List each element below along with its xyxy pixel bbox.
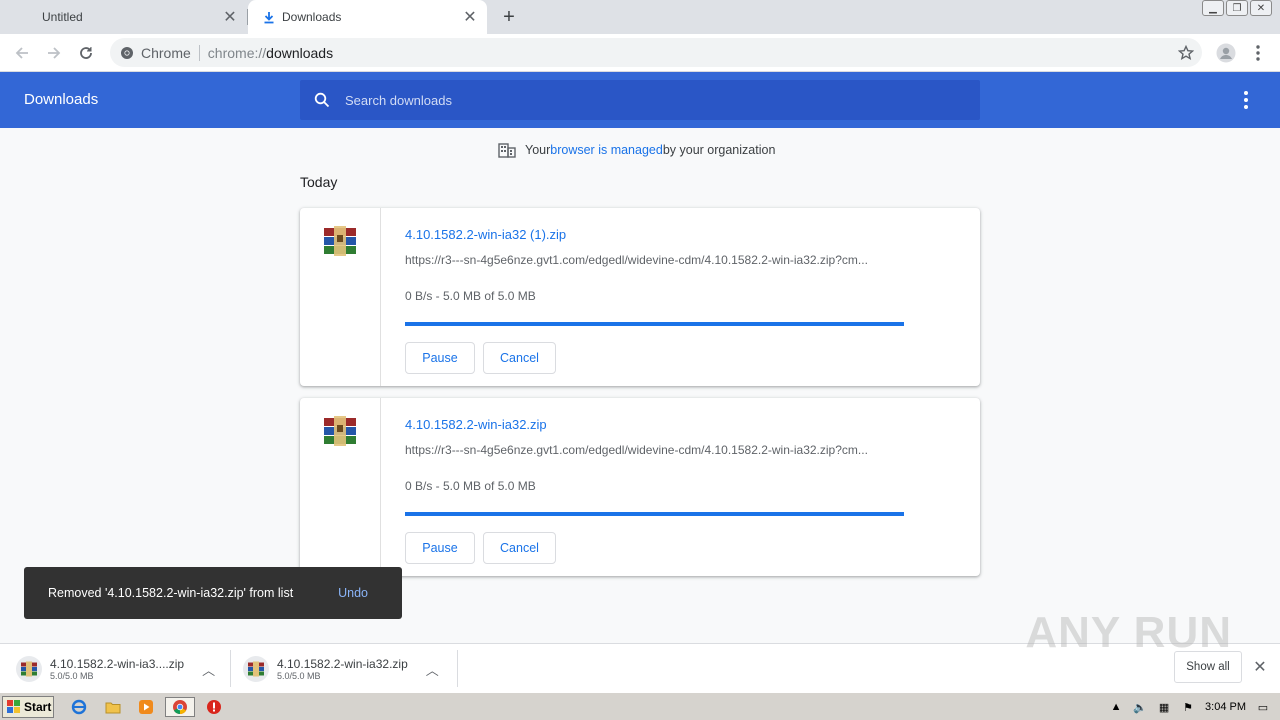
download-filename-link[interactable]: 4.10.1582.2-win-ia32 (1).zip	[405, 227, 566, 242]
toast-message: Removed '4.10.1582.2-win-ia32.zip' from …	[48, 586, 294, 600]
shelf-divider	[457, 650, 458, 687]
shelf-item[interactable]: 4.10.1582.2-win-ia32.zip 5.0/5.0 MB ︿	[243, 651, 439, 687]
shelf-item-name: 4.10.1582.2-win-ia32.zip	[277, 657, 408, 671]
file-icon-column	[300, 398, 381, 576]
download-progress-bar	[405, 322, 904, 326]
media-player-icon[interactable]	[135, 697, 157, 717]
winrar-archive-icon	[16, 656, 42, 682]
download-shelf: ANY RUN 4.10.1582.2-win-ia3....zip 5.0/5…	[0, 608, 1280, 692]
cancel-button[interactable]: Cancel	[483, 342, 556, 374]
removed-toast: Removed '4.10.1582.2-win-ia32.zip' from …	[24, 567, 402, 619]
download-progress-bar	[405, 512, 904, 516]
download-item: 4.10.1582.2-win-ia32 (1).zip https://r3-…	[300, 208, 980, 386]
start-label: Start	[24, 700, 52, 714]
download-source-url[interactable]: https://r3---sn-4g5e6nze.gvt1.com/edgedl…	[405, 443, 905, 457]
browser-toolbar: Chrome chrome:// downloads	[0, 34, 1280, 72]
section-date-label: Today	[300, 174, 338, 190]
progress-fill	[405, 322, 904, 326]
download-icon	[262, 10, 276, 24]
building-icon	[498, 143, 516, 158]
network-icon[interactable]: ▦	[1157, 700, 1171, 714]
pause-button[interactable]: Pause	[405, 532, 475, 564]
chevron-up-icon[interactable]: ︿	[426, 660, 439, 679]
pause-button[interactable]: Pause	[405, 342, 475, 374]
winrar-archive-icon	[324, 226, 356, 256]
stop-icon[interactable]	[203, 697, 225, 717]
download-status: 0 B/s - 5.0 MB of 5.0 MB	[405, 289, 536, 303]
page-title: Downloads	[24, 91, 99, 108]
reload-icon[interactable]	[72, 39, 100, 67]
system-tray: ▲ 🔈 ▦ ⚑ 3:04 PM ▭	[1109, 695, 1280, 719]
start-button[interactable]: Start	[2, 696, 54, 718]
shelf-item-name: 4.10.1582.2-win-ia3....zip	[50, 657, 185, 671]
progress-fill	[405, 512, 904, 516]
managed-suffix: by your organization	[662, 143, 776, 157]
volume-icon[interactable]: 🔈	[1133, 700, 1147, 714]
search-icon	[313, 91, 331, 109]
tab-title: Downloads	[282, 10, 342, 24]
clock[interactable]: 3:04 PM	[1205, 701, 1246, 713]
managed-link[interactable]: browser is managed	[550, 143, 663, 157]
winrar-archive-icon	[243, 656, 269, 682]
show-all-button[interactable]: Show all	[1174, 651, 1242, 683]
chrome-icon[interactable]	[165, 697, 195, 717]
file-icon-column	[300, 208, 381, 386]
url-path: downloads	[266, 44, 334, 61]
folder-icon[interactable]	[102, 697, 124, 717]
close-shelf-icon[interactable]: ✕	[1250, 657, 1270, 677]
show-desktop-icon[interactable]: ▭	[1256, 700, 1270, 714]
shelf-item[interactable]: 4.10.1582.2-win-ia3....zip 5.0/5.0 MB ︿	[16, 651, 215, 687]
cancel-button[interactable]: Cancel	[483, 532, 556, 564]
address-bar[interactable]: Chrome chrome:// downloads	[110, 38, 1202, 67]
downloads-list-area: Your browser is managed by your organiza…	[0, 128, 1280, 644]
windows-flag-icon	[7, 700, 20, 713]
download-item: 4.10.1582.2-win-ia32.zip https://r3---sn…	[300, 398, 980, 576]
close-icon[interactable]: ✕	[217, 4, 243, 30]
search-box[interactable]	[300, 80, 980, 120]
new-tab-button[interactable]: +	[496, 4, 522, 30]
action-center-flag-icon[interactable]: ⚑	[1181, 700, 1195, 714]
omnibox-separator	[198, 44, 200, 61]
url-scheme: chrome://	[207, 44, 267, 61]
back-icon[interactable]	[8, 39, 36, 67]
more-actions-icon[interactable]	[1238, 90, 1254, 110]
close-window-icon[interactable]: ✕	[1250, 0, 1272, 16]
window-controls: ▁ ❐ ✕	[1202, 0, 1280, 18]
chrome-icon	[120, 46, 134, 60]
minimize-icon[interactable]: ▁	[1202, 0, 1224, 16]
tab-untitled[interactable]: Untitled ✕	[0, 0, 247, 34]
shelf-item-size: 5.0/5.0 MB	[50, 671, 94, 681]
shelf-item-size: 5.0/5.0 MB	[277, 671, 321, 681]
windows-taskbar: Start ▲ 🔈 ▦ ⚑ 3:04 PM ▭	[0, 692, 1280, 720]
bookmark-star-icon[interactable]	[1176, 43, 1196, 63]
undo-button[interactable]: Undo	[338, 586, 368, 600]
managed-notice: Your browser is managed by your organiza…	[498, 142, 775, 158]
download-filename-link[interactable]: 4.10.1582.2-win-ia32.zip	[405, 417, 547, 432]
restore-icon[interactable]: ❐	[1226, 0, 1248, 16]
shelf-divider	[230, 650, 231, 687]
tab-downloads[interactable]: Downloads ✕	[248, 0, 487, 34]
ie-icon[interactable]	[68, 697, 90, 717]
search-input[interactable]	[345, 92, 945, 108]
winrar-archive-icon	[324, 416, 356, 446]
downloads-header: Downloads	[0, 72, 1280, 128]
chevron-up-icon[interactable]: ︿	[202, 660, 215, 679]
omnibox-chip-label: Chrome	[141, 44, 191, 61]
tab-strip: Untitled ✕ Downloads ✕ + ▁ ❐ ✕	[0, 0, 1280, 34]
tray-expand-icon[interactable]: ▲	[1109, 700, 1123, 714]
profile-avatar-icon[interactable]	[1212, 39, 1240, 67]
tab-title: Untitled	[42, 10, 83, 24]
download-status: 0 B/s - 5.0 MB of 5.0 MB	[405, 479, 536, 493]
menu-kebab-icon[interactable]	[1244, 39, 1272, 67]
forward-icon[interactable]	[40, 39, 68, 67]
managed-prefix: Your	[525, 143, 551, 157]
download-source-url[interactable]: https://r3---sn-4g5e6nze.gvt1.com/edgedl…	[405, 253, 905, 267]
close-icon[interactable]: ✕	[457, 4, 483, 30]
